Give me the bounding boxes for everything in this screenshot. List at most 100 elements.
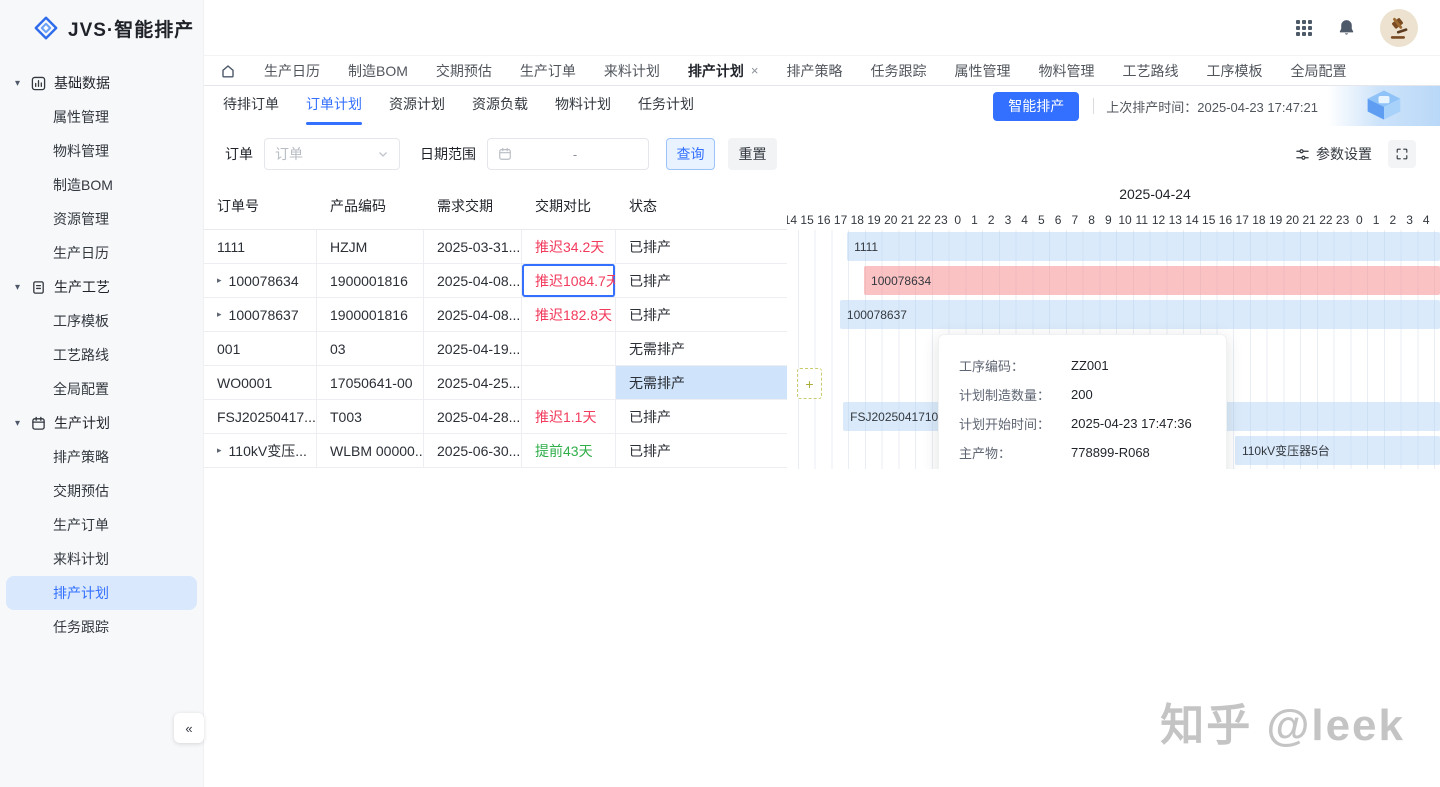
subtab[interactable]: 任务计划 — [638, 86, 694, 126]
apps-grid-icon[interactable] — [1295, 19, 1313, 37]
tab[interactable]: 生产日历 — [264, 61, 320, 81]
sidebar-item[interactable]: 排产策略 — [6, 440, 197, 474]
tab[interactable]: 任务跟踪 — [870, 61, 926, 81]
table-row[interactable]: 001032025-04-19...无需排产 — [204, 332, 787, 366]
hour-tick: 17 — [832, 213, 849, 227]
order-no: 110kV变压... — [229, 441, 307, 461]
sidebar-group-production-plan[interactable]: ▾生产计划 — [0, 406, 203, 440]
bell-icon[interactable] — [1337, 18, 1356, 37]
table-row[interactable]: WO000117050641-002025-04-25...无需排产 — [204, 366, 787, 400]
tooltip-field-value: 2025-04-23 17:47:36 — [1071, 416, 1192, 431]
tab[interactable]: 生产订单 — [520, 61, 576, 81]
tab[interactable]: 来料计划 — [604, 61, 660, 81]
smart-schedule-button[interactable]: 智能排产 — [993, 92, 1079, 121]
sidebar-item[interactable]: 制造BOM — [6, 168, 197, 202]
hour-tick: 18 — [849, 213, 866, 227]
query-button[interactable]: 查询 — [666, 138, 715, 170]
avatar[interactable] — [1380, 9, 1418, 47]
sidebar-menu: ▾基础数据属性管理物料管理制造BOM资源管理生产日历▾生产工艺工序模板工艺路线全… — [0, 56, 203, 644]
tab[interactable]: 物料管理 — [1038, 61, 1094, 81]
tab[interactable]: 排产策略 — [786, 61, 842, 81]
gantt-bar[interactable]: 110kV变压器5台 — [1235, 436, 1440, 465]
delta-cell — [522, 332, 616, 365]
tab[interactable]: 交期预估 — [436, 61, 492, 81]
table-row[interactable]: ▸110kV变压...WLBM 00000...2025-06-30...提前4… — [204, 434, 787, 468]
logo: JVS·智能排产 — [0, 0, 203, 56]
home-icon[interactable] — [220, 63, 236, 79]
tab-label: 制造BOM — [348, 61, 408, 81]
tab[interactable]: 工序模板 — [1206, 61, 1262, 81]
delta-cell[interactable]: 推迟1084.7天 — [522, 264, 616, 297]
expand-caret-icon[interactable]: ▸ — [217, 309, 222, 320]
product-code-cell: 17050641-00 — [317, 366, 424, 399]
plan-content: 订单号产品编码需求交期交期对比状态 1111HZJM2025-03-31...推… — [204, 182, 1440, 469]
sidebar-item[interactable]: 物料管理 — [6, 134, 197, 168]
hour-tick: 3 — [1000, 213, 1017, 227]
calendar-icon — [31, 416, 46, 431]
sidebar-group-production-process[interactable]: ▾生产工艺 — [0, 270, 203, 304]
params-settings-button[interactable]: 参数设置 — [1295, 144, 1372, 164]
table-row[interactable]: ▸10007863419000018162025-04-08...推迟1084.… — [204, 264, 787, 298]
sidebar-item[interactable]: 生产订单 — [6, 508, 197, 542]
table-row[interactable]: 1111HZJM2025-03-31...推迟34.2天已排产 — [204, 230, 787, 264]
tab[interactable]: 全局配置 — [1290, 61, 1346, 81]
sidebar-item[interactable]: 交期预估 — [6, 474, 197, 508]
hour-tick: 23 — [1334, 213, 1351, 227]
due-date-cell: 2025-04-19... — [424, 332, 522, 365]
tab[interactable]: 工艺路线 — [1122, 61, 1178, 81]
watermark: 知乎 @leek — [1160, 689, 1405, 753]
gantt-bar[interactable]: 1111 — [847, 232, 1440, 261]
due-date-cell: 2025-06-30... — [424, 434, 522, 467]
calendar-icon — [498, 147, 512, 161]
subtab[interactable]: 待排订单 — [223, 86, 279, 126]
fullscreen-button[interactable] — [1388, 140, 1416, 168]
sidebar-collapse-button[interactable]: « — [174, 713, 204, 743]
status-cell[interactable]: 无需排产 — [616, 366, 787, 399]
add-task-dropzone-icon[interactable]: + — [797, 368, 822, 399]
sidebar-group-basic-data[interactable]: ▾基础数据 — [0, 66, 203, 100]
tab[interactable]: 属性管理 — [954, 61, 1010, 81]
hour-tick: 22 — [1318, 213, 1335, 227]
sidebar-item[interactable]: 资源管理 — [6, 202, 197, 236]
reset-button[interactable]: 重置 — [728, 138, 777, 170]
last-run-label: 上次排产时间：2025-04-23 17:47:21 — [1106, 97, 1318, 116]
subtab[interactable]: 资源负载 — [472, 86, 528, 126]
table-row[interactable]: FSJ20250417...T0032025-04-28...推迟1.1天已排产 — [204, 400, 787, 434]
date-range-input[interactable]: - — [487, 138, 649, 170]
gantt-bar[interactable]: 100078637 — [840, 300, 1440, 329]
tab[interactable]: 排产计划× — [688, 61, 759, 81]
hour-tick: 6 — [1050, 213, 1067, 227]
sidebar-item[interactable]: 工序模板 — [6, 304, 197, 338]
expand-caret-icon[interactable]: ▸ — [217, 275, 222, 286]
order-select[interactable]: 订单 — [264, 138, 400, 170]
tab[interactable]: 制造BOM — [348, 61, 408, 81]
tab-label: 物料管理 — [1038, 61, 1094, 81]
tab-label: 来料计划 — [604, 61, 660, 81]
sidebar-item[interactable]: 生产日历 — [6, 236, 197, 270]
hour-tick: 10 — [1117, 213, 1134, 227]
due-date-cell: 2025-03-31... — [424, 230, 522, 263]
order-cell: ▸100078634 — [204, 264, 317, 297]
subtab[interactable]: 物料计划 — [555, 86, 611, 126]
sidebar-item[interactable]: 工艺路线 — [6, 338, 197, 372]
subtab[interactable]: 订单计划 — [306, 86, 362, 126]
delta-cell: 推迟34.2天 — [522, 230, 616, 263]
gantt-bar[interactable]: 100078634 — [864, 266, 1440, 295]
date-range-separator: - — [512, 147, 638, 162]
sidebar-item[interactable]: 任务跟踪 — [6, 610, 197, 644]
sidebar-item[interactable]: 来料计划 — [6, 542, 197, 576]
sidebar-item[interactable]: 全局配置 — [6, 372, 197, 406]
gantt-row: 100078637 — [787, 298, 1440, 332]
delta-cell — [522, 366, 616, 399]
table-row[interactable]: ▸10007863719000018162025-04-08...推迟182.8… — [204, 298, 787, 332]
close-icon[interactable]: × — [751, 63, 759, 78]
expand-caret-icon[interactable]: ▸ — [217, 445, 222, 456]
tooltip-row: 计划制造数量：200 — [959, 380, 1206, 409]
gantt-chart: 2025-04-24 14151617181920212223012345678… — [787, 182, 1440, 469]
sidebar-item[interactable]: 属性管理 — [6, 100, 197, 134]
order-no: 100078637 — [229, 307, 299, 323]
sidebar-item[interactable]: 排产计划 — [6, 576, 197, 610]
tab-label: 生产日历 — [264, 61, 320, 81]
subtab[interactable]: 资源计划 — [389, 86, 445, 126]
order-cell: 001 — [204, 332, 317, 365]
